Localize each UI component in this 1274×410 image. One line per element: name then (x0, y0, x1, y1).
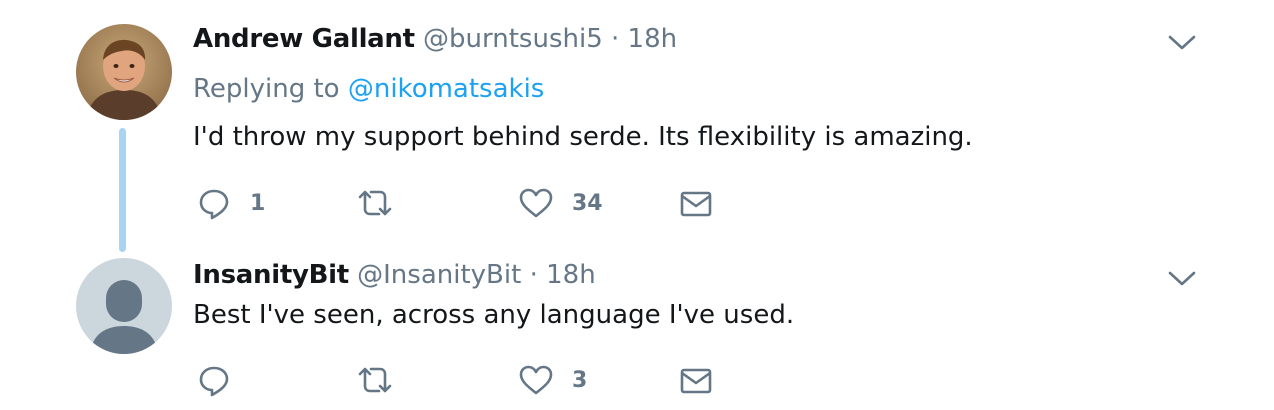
tweet[interactable]: InsanityBit @InsanityBit · 18h Best I've… (0, 250, 1274, 410)
tweet-actions: 1 34 (0, 183, 900, 223)
like-count: 3 (572, 367, 588, 393)
like-button[interactable]: 3 (518, 360, 587, 400)
tweet-header: Andrew Gallant @burntsushi5 · 18h (193, 22, 677, 56)
separator-dot: · (529, 260, 538, 290)
author-name[interactable]: InsanityBit (193, 260, 349, 290)
retweet-icon (358, 367, 392, 393)
tweet-text: Best I've seen, across any language I've… (193, 300, 795, 330)
direct-message-icon (680, 191, 712, 217)
separator-dot: · (611, 24, 620, 54)
retweet-button[interactable] (355, 183, 395, 223)
tweet[interactable]: Andrew Gallant @burntsushi5 · 18h Replyi… (0, 0, 1274, 250)
timestamp[interactable]: 18h (546, 260, 596, 290)
timestamp[interactable]: 18h (628, 24, 678, 54)
replying-to-label: Replying to (193, 74, 340, 104)
avatar[interactable] (76, 24, 172, 120)
like-icon (519, 188, 553, 218)
reply-button[interactable] (196, 360, 232, 400)
like-icon (519, 365, 553, 395)
replying-to: Replying to @nikomatsakis (193, 72, 544, 106)
avatar[interactable] (76, 258, 172, 354)
reply-count: 1 (250, 190, 266, 216)
photo-avatar-icon (76, 24, 172, 120)
direct-message-button[interactable] (678, 360, 714, 400)
tweet-header: InsanityBit @InsanityBit · 18h (193, 258, 596, 292)
tweet-text: I'd throw my support behind serde. Its f… (193, 122, 973, 152)
tweet-actions: 3 (0, 360, 900, 400)
caret-down-icon[interactable] (1166, 268, 1198, 288)
direct-message-icon (680, 368, 712, 394)
reply-icon (199, 366, 229, 397)
like-button[interactable]: 34 (518, 183, 603, 223)
retweet-icon (358, 190, 392, 216)
reply-icon (199, 189, 229, 220)
author-name[interactable]: Andrew Gallant (193, 24, 415, 54)
retweet-button[interactable] (355, 360, 395, 400)
like-count: 34 (572, 190, 603, 216)
default-avatar-icon (76, 258, 172, 354)
caret-down-icon[interactable] (1166, 32, 1198, 52)
author-handle[interactable]: @burntsushi5 (423, 24, 603, 54)
direct-message-button[interactable] (678, 183, 714, 223)
reply-button[interactable]: 1 (196, 183, 265, 223)
author-handle[interactable]: @InsanityBit (357, 260, 521, 290)
replying-to-link[interactable]: @nikomatsakis (348, 74, 545, 104)
